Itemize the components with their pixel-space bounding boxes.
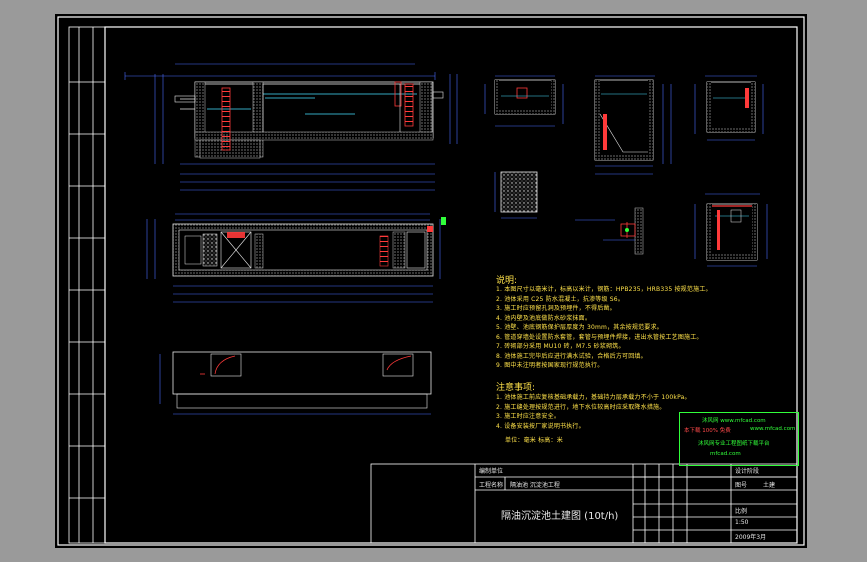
tb-sheet-value: 土建 — [763, 482, 776, 489]
foundation-elevation — [159, 351, 432, 415]
stamp-line-1: 沐风网 www.mfcad.com — [702, 418, 766, 424]
title-block-grid — [370, 463, 798, 544]
cad-drawing — [57, 16, 805, 546]
end-section-1 — [484, 75, 564, 127]
tb-field-2: 图号 — [735, 482, 748, 489]
detail-block — [494, 171, 538, 219]
drawing-sheet: 说明: 注意事项: 单位：毫米 标高：米 沐风网 www.mfcad.com 本… — [55, 14, 807, 548]
note-item: 7. 砖砌部分采用 MU10 砖，M7.5 砂浆砌筑。 — [496, 343, 625, 350]
stamp-line-3: www.mfcad.com — [750, 426, 796, 432]
plan-view — [146, 213, 446, 303]
attention-item: 1. 池体施工前应复核基础承载力，基础持力层承载力不小于 100kPa。 — [496, 394, 691, 401]
note-item: 2. 池体采用 C25 防水混凝土，抗渗等级 S6。 — [496, 295, 625, 303]
note-item: 5. 池壁、池底钢筋保护层厚度为 30mm，其余按规范要求。 — [496, 324, 663, 331]
note-item: 8. 池体施工完毕后应进行满水试验，合格后方可回填。 — [496, 352, 647, 360]
drawing-title: 隔油沉淀池土建图 (10t/h) — [501, 511, 619, 522]
stamp-line-5: mfcad.com — [710, 451, 741, 457]
units-footer: 单位：毫米 标高：米 — [505, 437, 563, 444]
end-section-2 — [594, 75, 672, 175]
tb-field-1: 设计阶段 — [735, 468, 760, 475]
watermark-stamp: 沐风网 www.mfcad.com 本下载 100% 免费 www.mfcad.… — [679, 412, 799, 466]
note-item: 4. 池内壁及池底做防水砂浆抹面。 — [496, 314, 592, 322]
tb-project-label: 工程名称 — [479, 482, 504, 489]
pipe-detail — [575, 207, 644, 255]
tb-date: 2009年3月 — [735, 534, 767, 541]
tb-field-3: 比例 — [735, 508, 748, 515]
stamp-line-4: 沐风网专业工程图纸下载平台 — [698, 441, 770, 447]
tb-scale: 1:50 — [735, 519, 749, 526]
note-item: 3. 施工时应预留孔洞及预埋件，不得后凿。 — [496, 305, 616, 312]
tb-row-label: 编制单位 — [479, 468, 504, 475]
note-item: 1. 本图尺寸以毫米计，标高以米计，钢筋：HPB235，HRB335 按规范施工… — [496, 286, 712, 293]
end-section-3 — [694, 75, 764, 141]
left-binding-strip — [68, 26, 106, 544]
note-item: 6. 管道穿墙处设置防水套管，套管与预埋件焊接，进出水管按工艺图施工。 — [496, 333, 703, 341]
attention-item: 2. 施工缝处理按规范进行，地下水位较高时应采取降水措施。 — [496, 403, 666, 411]
longitudinal-section — [124, 63, 458, 191]
note-item: 9. 图中未注明者按国家现行规范执行。 — [496, 362, 604, 369]
end-section-4 — [694, 193, 768, 267]
attention-item: 4. 设备安装按厂家说明书执行。 — [496, 422, 585, 430]
tb-project-name: 隔油池 沉淀池工程 — [510, 482, 560, 489]
attention-item: 3. 施工时应注意安全。 — [496, 413, 561, 420]
stamp-line-2: 本下载 100% 免费 — [684, 428, 731, 434]
